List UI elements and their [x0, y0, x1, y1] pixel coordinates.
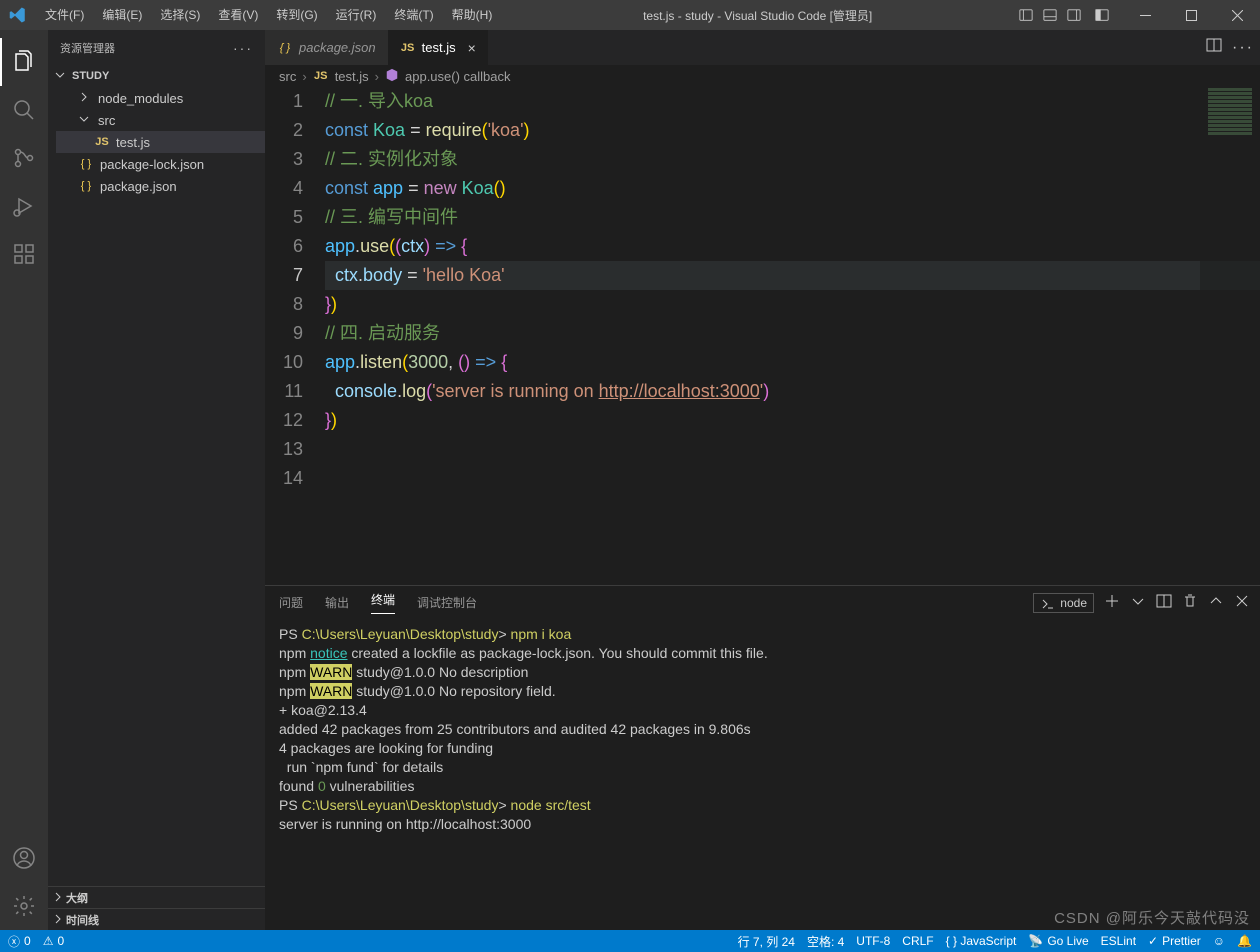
breadcrumb-item[interactable]: test.js	[335, 69, 369, 84]
chevron-right-icon	[78, 91, 92, 105]
tree-item-label: node_modules	[98, 91, 183, 106]
account-icon[interactable]	[0, 834, 48, 882]
status-encoding[interactable]: UTF-8	[856, 934, 890, 948]
menu-item[interactable]: 终端(T)	[385, 0, 442, 30]
menu-item[interactable]: 查看(V)	[209, 0, 267, 30]
debug-icon[interactable]	[0, 182, 48, 230]
watermark: CSDN @阿乐今天敲代码没	[1054, 907, 1250, 928]
status-cursor-pos[interactable]: 行 7, 列 24	[738, 933, 795, 950]
layout-bottom-icon[interactable]	[1038, 4, 1062, 26]
tab-label: package.json	[299, 40, 376, 55]
close-panel-icon[interactable]	[1234, 593, 1250, 612]
maximize-button[interactable]	[1168, 0, 1214, 30]
menu-item[interactable]: 文件(F)	[36, 0, 93, 30]
more-icon[interactable]: ···	[1232, 39, 1254, 57]
new-terminal-icon[interactable]	[1104, 593, 1120, 612]
tab-label: test.js	[422, 40, 456, 55]
chevron-down-icon	[78, 113, 92, 127]
status-warnings[interactable]: ⚠ 0	[43, 934, 64, 948]
vscode-logo-icon	[0, 6, 36, 24]
status-errors[interactable]: ⓧ 0	[8, 933, 31, 950]
terminal-output[interactable]: PS C:\Users\Leyuan\Desktop\study> npm i …	[265, 619, 1260, 930]
folder-root[interactable]: STUDY	[48, 65, 265, 87]
symbol-icon	[385, 68, 399, 85]
outline-section[interactable]: 大纲	[48, 886, 265, 908]
minimize-button[interactable]	[1122, 0, 1168, 30]
explorer-icon[interactable]	[0, 38, 48, 86]
menu-item[interactable]: 帮助(H)	[443, 0, 502, 30]
window-title: test.js - study - Visual Studio Code [管理…	[501, 7, 1014, 24]
terminal-dropdown[interactable]: node	[1033, 593, 1094, 613]
status-bell-icon[interactable]: 🔔	[1237, 934, 1252, 948]
file-icon: JS	[94, 136, 110, 148]
code-editor[interactable]: 1234567891011121314 // 一. 导入koaconst Koa…	[265, 87, 1260, 585]
menu-item[interactable]: 转到(G)	[267, 0, 326, 30]
menu-bar: 文件(F)编辑(E)选择(S)查看(V)转到(G)运行(R)终端(T)帮助(H)	[36, 0, 501, 30]
status-feedback-icon[interactable]: ☺	[1213, 934, 1225, 948]
minimap[interactable]	[1200, 87, 1260, 585]
extensions-icon[interactable]	[0, 230, 48, 278]
panel-tab[interactable]: 问题	[279, 594, 303, 611]
tree-item[interactable]: JS test.js	[56, 131, 265, 153]
titlebar-controls	[1014, 0, 1260, 30]
tree-item[interactable]: src	[56, 109, 265, 131]
tree-item-label: test.js	[116, 135, 150, 150]
tree-item-label: package-lock.json	[100, 157, 204, 172]
menu-item[interactable]: 选择(S)	[151, 0, 209, 30]
title-bar: 文件(F)编辑(E)选择(S)查看(V)转到(G)运行(R)终端(T)帮助(H)…	[0, 0, 1260, 30]
breadcrumb[interactable]: src›JStest.js›app.use() callback	[265, 65, 1260, 87]
chevron-down-icon[interactable]	[1130, 593, 1146, 612]
settings-icon[interactable]	[0, 882, 48, 930]
split-terminal-icon[interactable]	[1156, 593, 1172, 612]
panel-tab[interactable]: 调试控制台	[417, 594, 477, 611]
timeline-section[interactable]: 时间线	[48, 908, 265, 930]
layout-left-icon[interactable]	[1014, 4, 1038, 26]
split-editor-icon[interactable]	[1206, 37, 1222, 58]
editor-tabs: { } package.json JS test.js × ···	[265, 30, 1260, 65]
panel-tab[interactable]: 终端	[371, 591, 395, 614]
status-prettier[interactable]: ✓ Prettier	[1148, 934, 1201, 948]
chevron-up-icon[interactable]	[1208, 593, 1224, 612]
chevron-down-icon	[54, 69, 68, 83]
layout-right-icon[interactable]	[1062, 4, 1086, 26]
editor-tab[interactable]: { } package.json	[265, 30, 388, 65]
status-bar: ⓧ 0 ⚠ 0 行 7, 列 24 空格: 4 UTF-8 CRLF { } J…	[0, 930, 1260, 952]
more-icon[interactable]: ···	[233, 40, 253, 56]
chevron-right-icon	[52, 913, 66, 927]
breadcrumb-item[interactable]: app.use() callback	[405, 69, 511, 84]
activity-bar	[0, 30, 48, 930]
editor-tab[interactable]: JS test.js ×	[388, 30, 488, 65]
menu-item[interactable]: 运行(R)	[327, 0, 386, 30]
file-icon: { }	[78, 158, 94, 170]
file-icon: { }	[277, 42, 293, 54]
chevron-right-icon	[52, 891, 66, 905]
menu-item[interactable]: 编辑(E)	[93, 0, 151, 30]
status-language[interactable]: { } JavaScript	[946, 934, 1017, 948]
file-icon: { }	[78, 180, 94, 192]
search-icon[interactable]	[0, 86, 48, 134]
tree-item[interactable]: { } package-lock.json	[56, 153, 265, 175]
panel-tab[interactable]: 输出	[325, 594, 349, 611]
status-indent[interactable]: 空格: 4	[807, 933, 844, 950]
sidebar-explorer: 资源管理器 ··· STUDY node_modulessrc JS test.js…	[48, 30, 265, 930]
status-eslint[interactable]: ESLint	[1101, 934, 1136, 948]
tree-item[interactable]: node_modules	[56, 87, 265, 109]
status-eol[interactable]: CRLF	[902, 934, 933, 948]
status-golive[interactable]: 📡 Go Live	[1028, 934, 1088, 948]
layout-toggle-icon[interactable]	[1090, 4, 1114, 26]
file-icon: JS	[313, 70, 329, 82]
file-icon: JS	[400, 42, 416, 54]
panel: 问题 输出 终端 调试控制台 node PS C:\Users\Leyuan\Desk…	[265, 585, 1260, 930]
tree-item[interactable]: { } package.json	[56, 175, 265, 197]
tree-item-label: src	[98, 113, 115, 128]
breadcrumb-item[interactable]: src	[279, 69, 296, 84]
sidebar-title: 资源管理器	[60, 40, 115, 56]
trash-icon[interactable]	[1182, 593, 1198, 612]
source-control-icon[interactable]	[0, 134, 48, 182]
tree-item-label: package.json	[100, 179, 177, 194]
close-tab-icon[interactable]: ×	[468, 40, 476, 56]
close-window-button[interactable]	[1214, 0, 1260, 30]
